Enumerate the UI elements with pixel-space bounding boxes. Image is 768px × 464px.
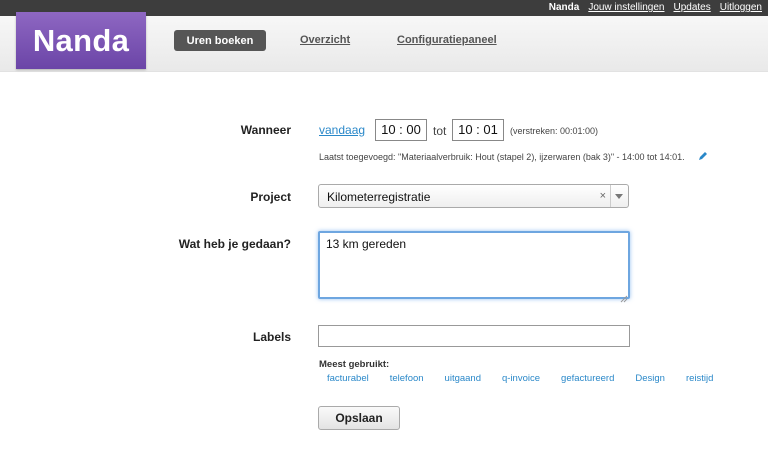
project-label: Project xyxy=(250,190,291,204)
when-label: Wanneer xyxy=(240,123,291,137)
what-label: Wat heb je gedaan? xyxy=(178,237,291,251)
last-added-text: Laatst toegevoegd: "Materiaalverbruik: H… xyxy=(319,152,685,162)
labels-input[interactable] xyxy=(318,325,630,347)
nav-tab-overzicht[interactable]: Overzicht xyxy=(300,34,350,46)
username: Nanda xyxy=(548,2,580,13)
dropdown-toggle[interactable] xyxy=(610,185,628,207)
tag-design[interactable]: Design xyxy=(635,373,665,384)
save-button[interactable]: Opslaan xyxy=(318,406,400,430)
description-textarea[interactable]: 13 km gereden xyxy=(318,231,630,299)
end-time-input[interactable]: 10 : 01 xyxy=(452,119,504,141)
most-used-title: Meest gebruikt: xyxy=(319,359,390,370)
tag-facturabel[interactable]: facturabel xyxy=(327,373,369,384)
pencil-icon[interactable] xyxy=(698,148,708,166)
most-used-tags: facturabel telefoon uitgaand q-invoice g… xyxy=(327,373,734,384)
tag-telefoon[interactable]: telefoon xyxy=(390,373,424,384)
project-value: Kilometerregistratie xyxy=(327,190,431,204)
elapsed-text: (verstreken: 00:01:00) xyxy=(510,126,599,136)
date-link[interactable]: vandaag xyxy=(319,123,365,137)
logo[interactable]: Nanda xyxy=(16,12,146,69)
tag-q-invoice[interactable]: q-invoice xyxy=(502,373,540,384)
to-text: tot xyxy=(433,124,447,138)
nav-tab-uren-boeken[interactable]: Uren boeken xyxy=(174,30,266,51)
nav-tab-configuratiepaneel[interactable]: Configuratiepaneel xyxy=(397,34,497,46)
top-links: Nanda Jouw instellingen Updates Uitlogge… xyxy=(549,2,762,13)
project-select[interactable]: Kilometerregistratie × xyxy=(318,184,629,208)
tag-uitgaand[interactable]: uitgaand xyxy=(445,373,481,384)
start-time-input[interactable]: 10 : 00 xyxy=(375,119,427,141)
updates-link[interactable]: Updates xyxy=(673,2,710,13)
settings-link[interactable]: Jouw instellingen xyxy=(588,2,664,13)
labels-label: Labels xyxy=(252,330,291,344)
tag-reistijd[interactable]: reistijd xyxy=(686,373,713,384)
resize-handle-icon[interactable] xyxy=(620,290,628,308)
clear-icon[interactable]: × xyxy=(600,190,606,202)
tag-gefactureerd[interactable]: gefactureerd xyxy=(561,373,614,384)
logout-link[interactable]: Uitloggen xyxy=(720,2,762,13)
chevron-down-icon xyxy=(615,194,623,199)
